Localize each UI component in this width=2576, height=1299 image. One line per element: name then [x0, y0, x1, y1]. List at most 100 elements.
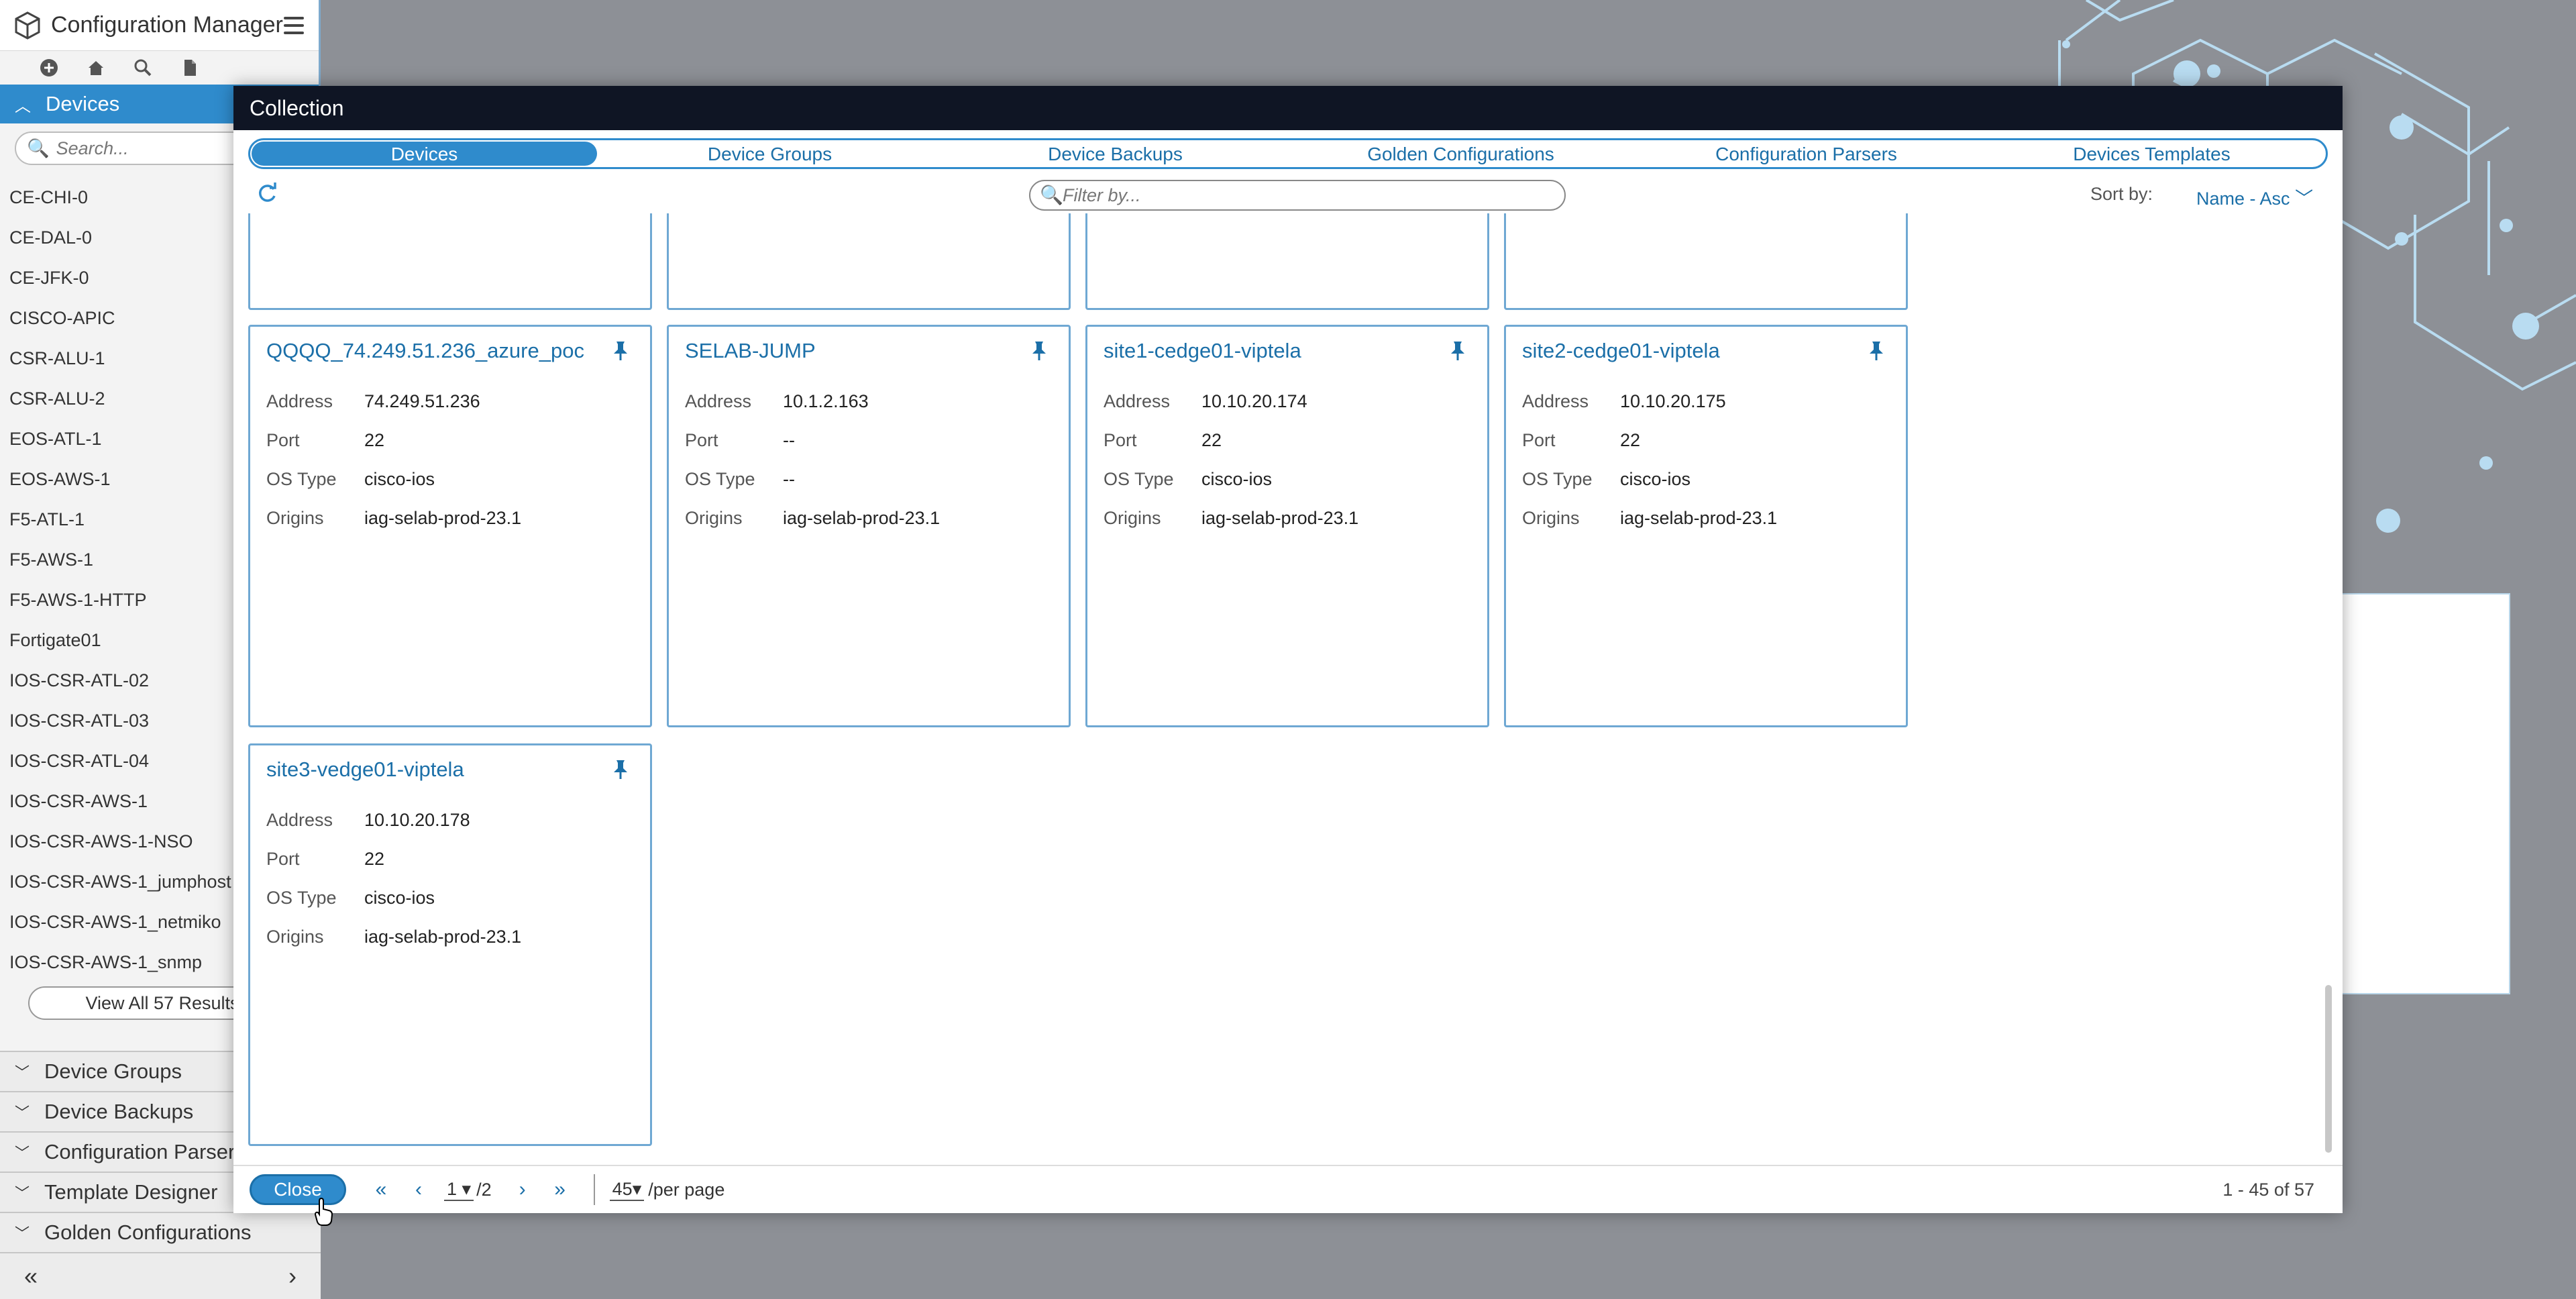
address-field: Address 10.10.20.174: [1104, 391, 1358, 430]
chevron-down-icon: ﹀: [2295, 189, 2314, 209]
hamburger-menu-icon[interactable]: [284, 16, 304, 34]
device-card-partial[interactable]: [248, 213, 652, 310]
address-label: Address: [1522, 391, 1589, 411]
origins-value: iag-selab-prod-23.1: [783, 508, 941, 528]
port-label: Port: [266, 849, 300, 869]
address-value: 10.10.20.175: [1620, 391, 1726, 411]
sort-dropdown[interactable]: Name - Asc ﹀: [2196, 184, 2313, 210]
device-card[interactable]: site2-cedge01-viptela Address 10.10.20.17…: [1504, 325, 1908, 727]
tab-device-backups[interactable]: Device Backups: [943, 142, 1288, 166]
os-type-label: OS Type: [266, 888, 337, 908]
port-value: 22: [1620, 430, 1641, 450]
origins-field: Origins iag-selab-prod-23.1: [1104, 508, 1358, 547]
home-icon[interactable]: [86, 58, 106, 78]
sort-label: Sort by:: [2090, 184, 2153, 204]
tab-configuration-parsers[interactable]: Configuration Parsers: [1633, 142, 1979, 166]
page-select[interactable]: 1 ▾: [444, 1179, 474, 1201]
tab-device-groups[interactable]: Device Groups: [597, 142, 943, 166]
filter-placeholder: Filter by...: [1063, 185, 1141, 205]
tab-devices[interactable]: Devices: [252, 142, 597, 166]
content-scrollbar[interactable]: [2325, 213, 2332, 1153]
device-card-title[interactable]: site2-cedge01-viptela: [1522, 339, 1720, 363]
tab-devices-templates[interactable]: Devices Templates: [1979, 142, 2324, 166]
port-field: Port 22: [266, 430, 521, 469]
device-fields: Address 10.10.20.174 Port 22 OS Type cisco-…: [1104, 391, 1358, 547]
device-card-title[interactable]: site3-vedge01-viptela: [266, 758, 464, 782]
os-type-field: OS Type cisco-ios: [1104, 469, 1358, 508]
chevron-down-icon: ﹀: [15, 1145, 30, 1161]
address-label: Address: [266, 810, 333, 830]
address-value: 10.1.2.163: [783, 391, 869, 411]
port-field: Port 22: [1522, 430, 1777, 469]
address-label: Address: [1104, 391, 1171, 411]
os-type-label: OS Type: [1522, 469, 1593, 489]
device-card-partial[interactable]: [1085, 213, 1489, 310]
os-type-label: OS Type: [266, 469, 337, 489]
device-fields: Address 10.10.20.175 Port 22 OS Type cisco-…: [1522, 391, 1777, 547]
filter-input[interactable]: 🔍 Filter by...: [1029, 180, 1566, 211]
device-card-title[interactable]: site1-cedge01-viptela: [1104, 339, 1301, 363]
sidebar-section-label: Golden Configurations: [44, 1220, 252, 1244]
os-type-label: OS Type: [685, 469, 755, 489]
port-value: 22: [364, 430, 385, 450]
sort-value: Name - Asc: [2196, 189, 2290, 209]
origins-field: Origins iag-selab-prod-23.1: [685, 508, 940, 547]
port-field: Port 22: [1104, 430, 1358, 469]
prev-page-button[interactable]: ‹: [407, 1178, 431, 1201]
origins-value: iag-selab-prod-23.1: [364, 927, 522, 947]
address-value: 74.249.51.236: [364, 391, 480, 411]
pin-icon[interactable]: [1448, 340, 1467, 362]
add-icon[interactable]: [39, 58, 59, 78]
pin-icon[interactable]: [1867, 340, 1886, 362]
port-field: Port --: [685, 430, 940, 469]
app-title: Configuration Manager: [51, 12, 283, 38]
origins-label: Origins: [685, 508, 743, 528]
port-label: Port: [266, 430, 300, 450]
tab-golden-configurations[interactable]: Golden Configurations: [1288, 142, 1633, 166]
port-value: 22: [1201, 430, 1222, 450]
last-page-button[interactable]: »: [548, 1178, 572, 1201]
search-icon: 🔍: [27, 138, 50, 158]
results-range: 1 - 45 of 57: [2222, 1180, 2314, 1200]
collapse-sidebar-button[interactable]: «: [24, 1262, 38, 1290]
next-page-button[interactable]: ›: [511, 1178, 535, 1201]
os-type-field: OS Type --: [685, 469, 940, 508]
modal-footer: Close « ‹ 1 ▾ /2 › » 45▾ /per page 1 - 4…: [233, 1165, 2343, 1213]
per-page-select[interactable]: 45▾: [609, 1178, 645, 1201]
sidebar-section-golden-configurations[interactable]: ﹀ Golden Configurations: [0, 1212, 321, 1252]
expand-button[interactable]: ›: [288, 1262, 297, 1290]
origins-label: Origins: [1104, 508, 1161, 528]
os-type-value: cisco-ios: [1620, 469, 1691, 489]
chevron-up-icon: ︿: [15, 97, 31, 115]
address-label: Address: [685, 391, 752, 411]
collection-tabs: Devices Device Groups Device Backups Gol…: [248, 138, 2328, 169]
sidebar-section-label: Template Designer: [44, 1180, 218, 1204]
device-fields: Address 10.1.2.163 Port -- OS Type -- Origi…: [685, 391, 940, 547]
os-type-value: cisco-ios: [364, 888, 435, 908]
address-field: Address 10.10.20.178: [266, 810, 521, 849]
pin-icon[interactable]: [1030, 340, 1049, 362]
scrollbar-thumb[interactable]: [2325, 985, 2332, 1153]
port-value: --: [783, 430, 795, 450]
sidebar-search-placeholder: Search...: [56, 138, 129, 158]
device-card-title[interactable]: QQQQ_74.249.51.236_azure_poc: [266, 339, 584, 363]
caret-down-icon: ▾: [632, 1178, 642, 1199]
device-card[interactable]: site3-vedge01-viptela Address 10.10.20.17…: [248, 743, 652, 1146]
document-icon[interactable]: [180, 58, 200, 78]
search-icon[interactable]: [133, 58, 153, 78]
pin-icon[interactable]: [611, 759, 630, 780]
chevron-down-icon: ﹀: [15, 1104, 30, 1121]
sidebar-toolbar: [0, 51, 319, 85]
refresh-icon[interactable]: [255, 181, 279, 205]
chevron-down-icon: ﹀: [15, 1225, 30, 1242]
os-type-field: OS Type cisco-ios: [1522, 469, 1777, 508]
device-card-partial[interactable]: [667, 213, 1071, 310]
device-card[interactable]: site1-cedge01-viptela Address 10.10.20.17…: [1085, 325, 1489, 727]
port-label: Port: [1104, 430, 1137, 450]
device-card-partial[interactable]: [1504, 213, 1908, 310]
device-card[interactable]: SELAB-JUMP Address 10.1.2.163 Port -- OS T…: [667, 325, 1071, 727]
device-card-title[interactable]: SELAB-JUMP: [685, 339, 816, 363]
first-page-button[interactable]: «: [369, 1178, 393, 1201]
device-card[interactable]: QQQQ_74.249.51.236_azure_poc Address 74.2…: [248, 325, 652, 727]
pin-icon[interactable]: [611, 340, 630, 362]
